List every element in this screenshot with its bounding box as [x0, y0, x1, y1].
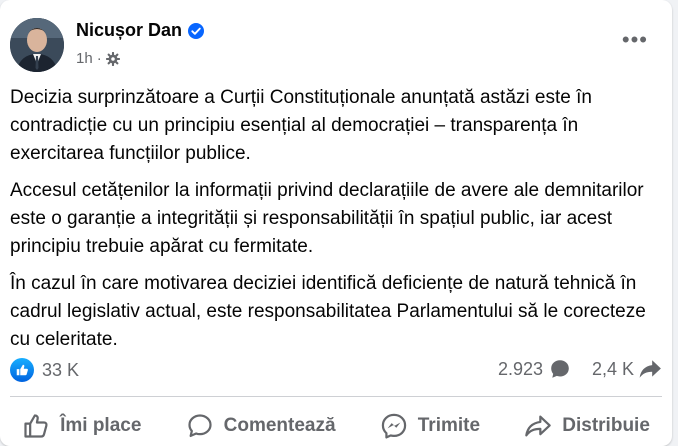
comment-button[interactable]: Comentează: [186, 412, 336, 440]
comments-count: 2.923: [498, 358, 544, 379]
avatar-photo: [10, 18, 64, 72]
comments-summary[interactable]: 2.923: [498, 358, 571, 380]
send-button[interactable]: Trimite: [380, 412, 480, 440]
likes-count: 33 K: [42, 359, 80, 380]
comment-button-label: Comentează: [223, 415, 336, 436]
more-options-button[interactable]: •••: [622, 29, 648, 51]
post-stats: 33 K 2.923 2,4 K: [10, 358, 662, 386]
meta-separator: ·: [96, 50, 102, 67]
post-paragraph: Accesul cetățenilor la informații privin…: [10, 180, 644, 257]
like-reaction-icon: [10, 358, 34, 382]
gear-icon[interactable]: [105, 51, 120, 66]
share-button[interactable]: Distribuie: [524, 412, 650, 440]
post-actions: Îmi place Comentează Trimite Distribuie: [0, 408, 672, 444]
shares-count: 2,4 K: [592, 358, 635, 379]
reactions-summary[interactable]: 33 K: [10, 358, 79, 382]
post-timestamp[interactable]: 1h: [76, 50, 93, 67]
divider: [10, 396, 662, 397]
post-body: Decizia surprinzătoare a Curții Constitu…: [10, 84, 666, 363]
messenger-icon: [381, 413, 406, 439]
author-name[interactable]: Nicușor Dan: [76, 20, 182, 41]
post-card: Nicușor Dan 1h · ••• Decizia surprinzăto…: [0, 0, 672, 446]
post-author: Nicușor Dan: [76, 20, 205, 41]
share-arrow-icon: [639, 360, 661, 378]
share-button-label: Distribuie: [562, 415, 650, 436]
shares-summary[interactable]: 2,4 K: [592, 358, 662, 380]
post-meta: 1h ·: [76, 50, 120, 67]
avatar[interactable]: [10, 18, 64, 72]
speech-bubble-icon: [188, 414, 212, 438]
share-arrow-icon: [525, 415, 552, 437]
post-paragraph: Decizia surprinzătoare a Curții Constitu…: [10, 87, 592, 164]
speech-bubble-icon: [551, 360, 569, 378]
like-button-label: Îmi place: [60, 415, 142, 436]
post-paragraph: În cazul în care motivarea deciziei iden…: [10, 273, 646, 350]
send-button-label: Trimite: [417, 415, 481, 436]
like-button[interactable]: Îmi place: [22, 412, 141, 440]
thumbs-up-icon: [24, 414, 48, 438]
verified-badge-icon: [188, 22, 205, 39]
